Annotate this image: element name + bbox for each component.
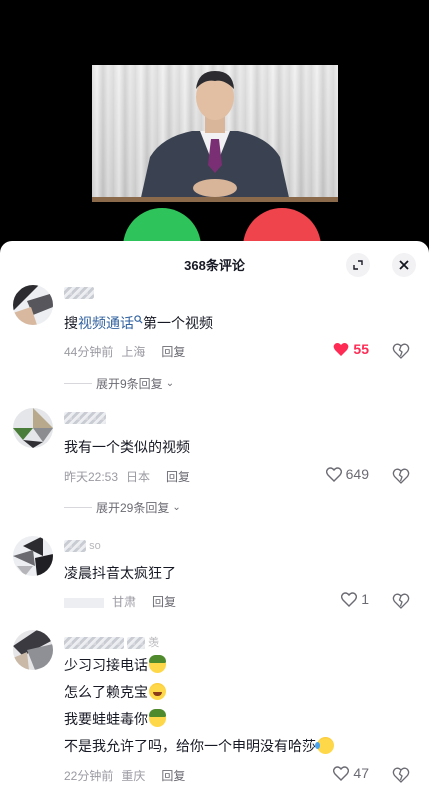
like-count: 47 (353, 765, 369, 781)
comment-text-line: 少习习接电话 (64, 652, 166, 678)
avatar[interactable] (13, 536, 53, 576)
like-button[interactable]: 1 (341, 591, 369, 607)
sheet-header: 368条评论 (0, 241, 429, 285)
like-button[interactable]: 649 (325, 466, 369, 482)
avatar[interactable] (13, 630, 53, 670)
comment-meta: 甘肃 回复 (64, 593, 184, 610)
like-button[interactable]: 55 (333, 341, 369, 357)
expand-icon (353, 260, 363, 270)
comments-sheet: 368条评论 搜视频通话 第一个视频 44分钟前 上海 回复 55 展开9条回复… (0, 241, 429, 800)
dislike-icon[interactable] (392, 766, 410, 784)
like-count: 1 (361, 591, 369, 607)
comment-text-line: 怎么了赖克宝 (64, 679, 166, 705)
username[interactable]: so (64, 540, 101, 556)
video-preview[interactable] (92, 65, 338, 202)
avatar[interactable] (13, 408, 53, 448)
username[interactable]: 羡 (64, 634, 159, 650)
username[interactable] (64, 287, 94, 303)
reply-button[interactable]: 回复 (152, 595, 176, 609)
heart-icon (334, 342, 349, 356)
comment-text: 凌晨抖音太疯狂了 (64, 565, 176, 581)
grin-emoji-icon (149, 683, 166, 700)
like-count: 55 (353, 341, 369, 357)
dislike-icon[interactable] (392, 342, 410, 360)
heart-icon (325, 466, 342, 482)
close-button[interactable] (392, 253, 416, 277)
video-call-area (0, 0, 429, 286)
expand-replies-button[interactable]: 展开9条回复 ⌄ (64, 375, 174, 392)
chevron-down-icon: ⌄ (172, 502, 181, 513)
reply-button[interactable]: 回复 (161, 769, 185, 783)
dislike-icon[interactable] (392, 467, 410, 485)
laugh-cry-emoji-icon (315, 737, 334, 754)
comment-meta: 44分钟前 上海 回复 (64, 345, 186, 359)
reply-button[interactable]: 回复 (166, 470, 190, 484)
expand-button[interactable] (346, 253, 370, 277)
reply-button[interactable]: 回复 (161, 345, 185, 359)
heart-icon (341, 591, 358, 607)
avatar[interactable] (13, 285, 53, 325)
like-button[interactable]: 47 (333, 765, 369, 781)
username[interactable] (64, 412, 106, 428)
search-link[interactable]: 视频通话 (78, 315, 143, 331)
comment-meta: 22分钟前 重庆 回复 (64, 769, 186, 783)
search-icon (134, 315, 143, 324)
comment-text-line: 不是我允许了吗，给你一个申明没有哈莎 (64, 733, 334, 759)
comment-text-line: 我要蛙蛙毒你 (64, 706, 166, 732)
close-icon (399, 260, 409, 270)
comment-text: 搜视频通话 第一个视频 (64, 315, 213, 331)
dislike-icon[interactable] (392, 592, 410, 610)
chevron-down-icon: ⌄ (165, 378, 175, 389)
army-emoji-icon (149, 709, 166, 727)
expand-replies-button[interactable]: 展开29条回复 ⌄ (64, 499, 181, 516)
heart-icon (333, 765, 350, 781)
comment-text: 我有一个类似的视频 (64, 439, 190, 455)
army-emoji-icon (149, 655, 166, 673)
like-count: 649 (345, 466, 369, 482)
person-image (92, 71, 338, 202)
comment-meta: 昨天22:53 日本 回复 (64, 470, 191, 484)
